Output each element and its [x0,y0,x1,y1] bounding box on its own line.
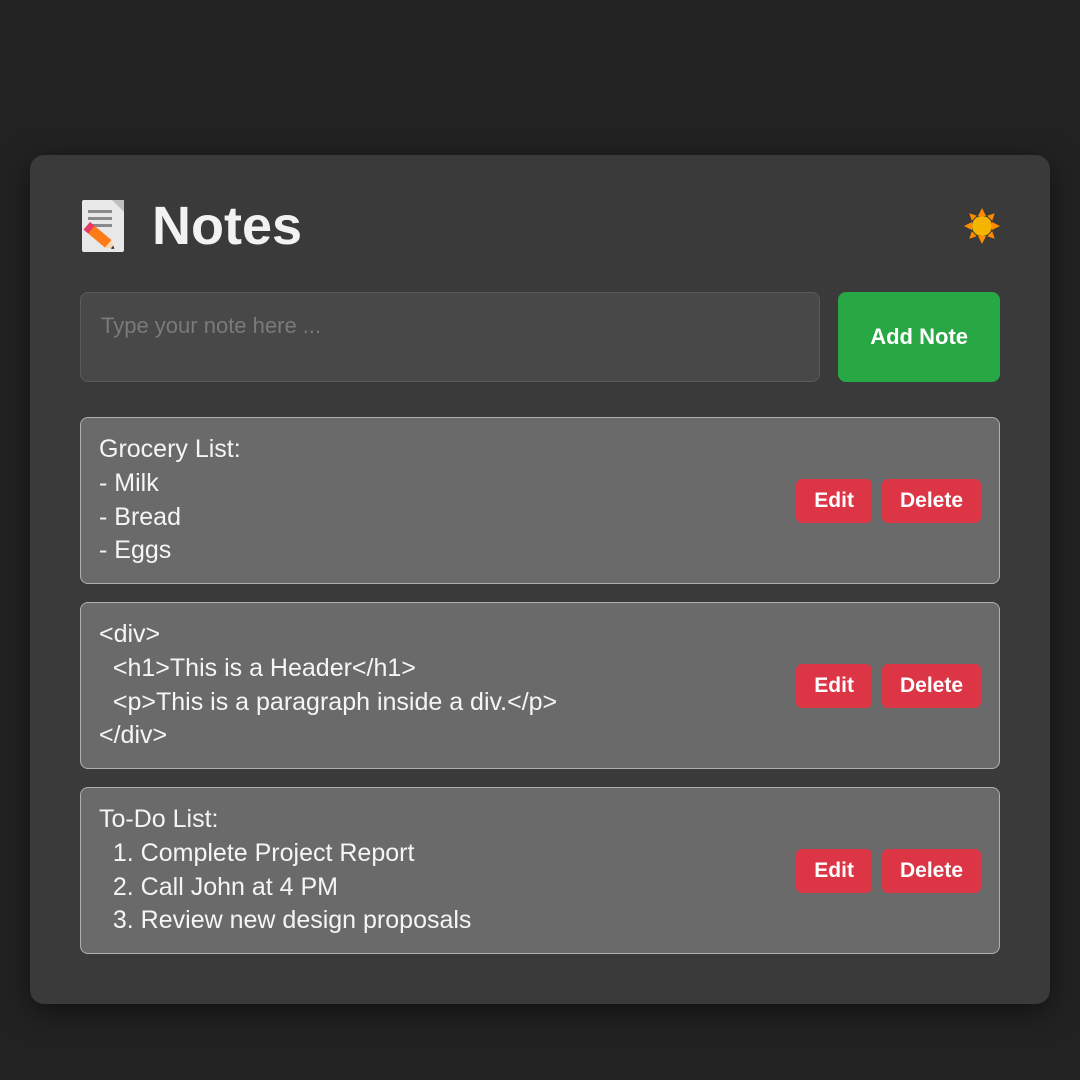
input-row: Add Note [80,292,1000,382]
notes-card: Notes [30,155,1050,1004]
edit-button[interactable]: Edit [796,479,872,523]
note-item: <div> <h1>This is a Header</h1> <p>This … [80,602,1000,769]
delete-button[interactable]: Delete [882,479,981,523]
delete-button[interactable]: Delete [882,849,981,893]
note-actions: Edit Delete [796,849,981,893]
note-item: To-Do List: 1. Complete Project Report 2… [80,787,1000,954]
note-actions: Edit Delete [796,664,981,708]
title-wrap: Notes [80,195,302,257]
note-text: <div> <h1>This is a Header</h1> <p>This … [99,618,557,753]
theme-toggle-icon[interactable] [964,208,1000,244]
note-actions: Edit Delete [796,479,981,523]
notes-list: Grocery List: - Milk - Bread - Eggs Edit… [80,417,1000,954]
page-title: Notes [152,195,302,257]
edit-button[interactable]: Edit [796,849,872,893]
note-item: Grocery List: - Milk - Bread - Eggs Edit… [80,417,1000,584]
add-note-button[interactable]: Add Note [838,292,1000,382]
header-row: Notes [80,195,1000,257]
note-input[interactable] [80,292,820,382]
note-text: Grocery List: - Milk - Bread - Eggs [99,433,241,568]
edit-button[interactable]: Edit [796,664,872,708]
note-text: To-Do List: 1. Complete Project Report 2… [99,803,471,938]
notes-document-pencil-icon [80,198,130,254]
delete-button[interactable]: Delete [882,664,981,708]
